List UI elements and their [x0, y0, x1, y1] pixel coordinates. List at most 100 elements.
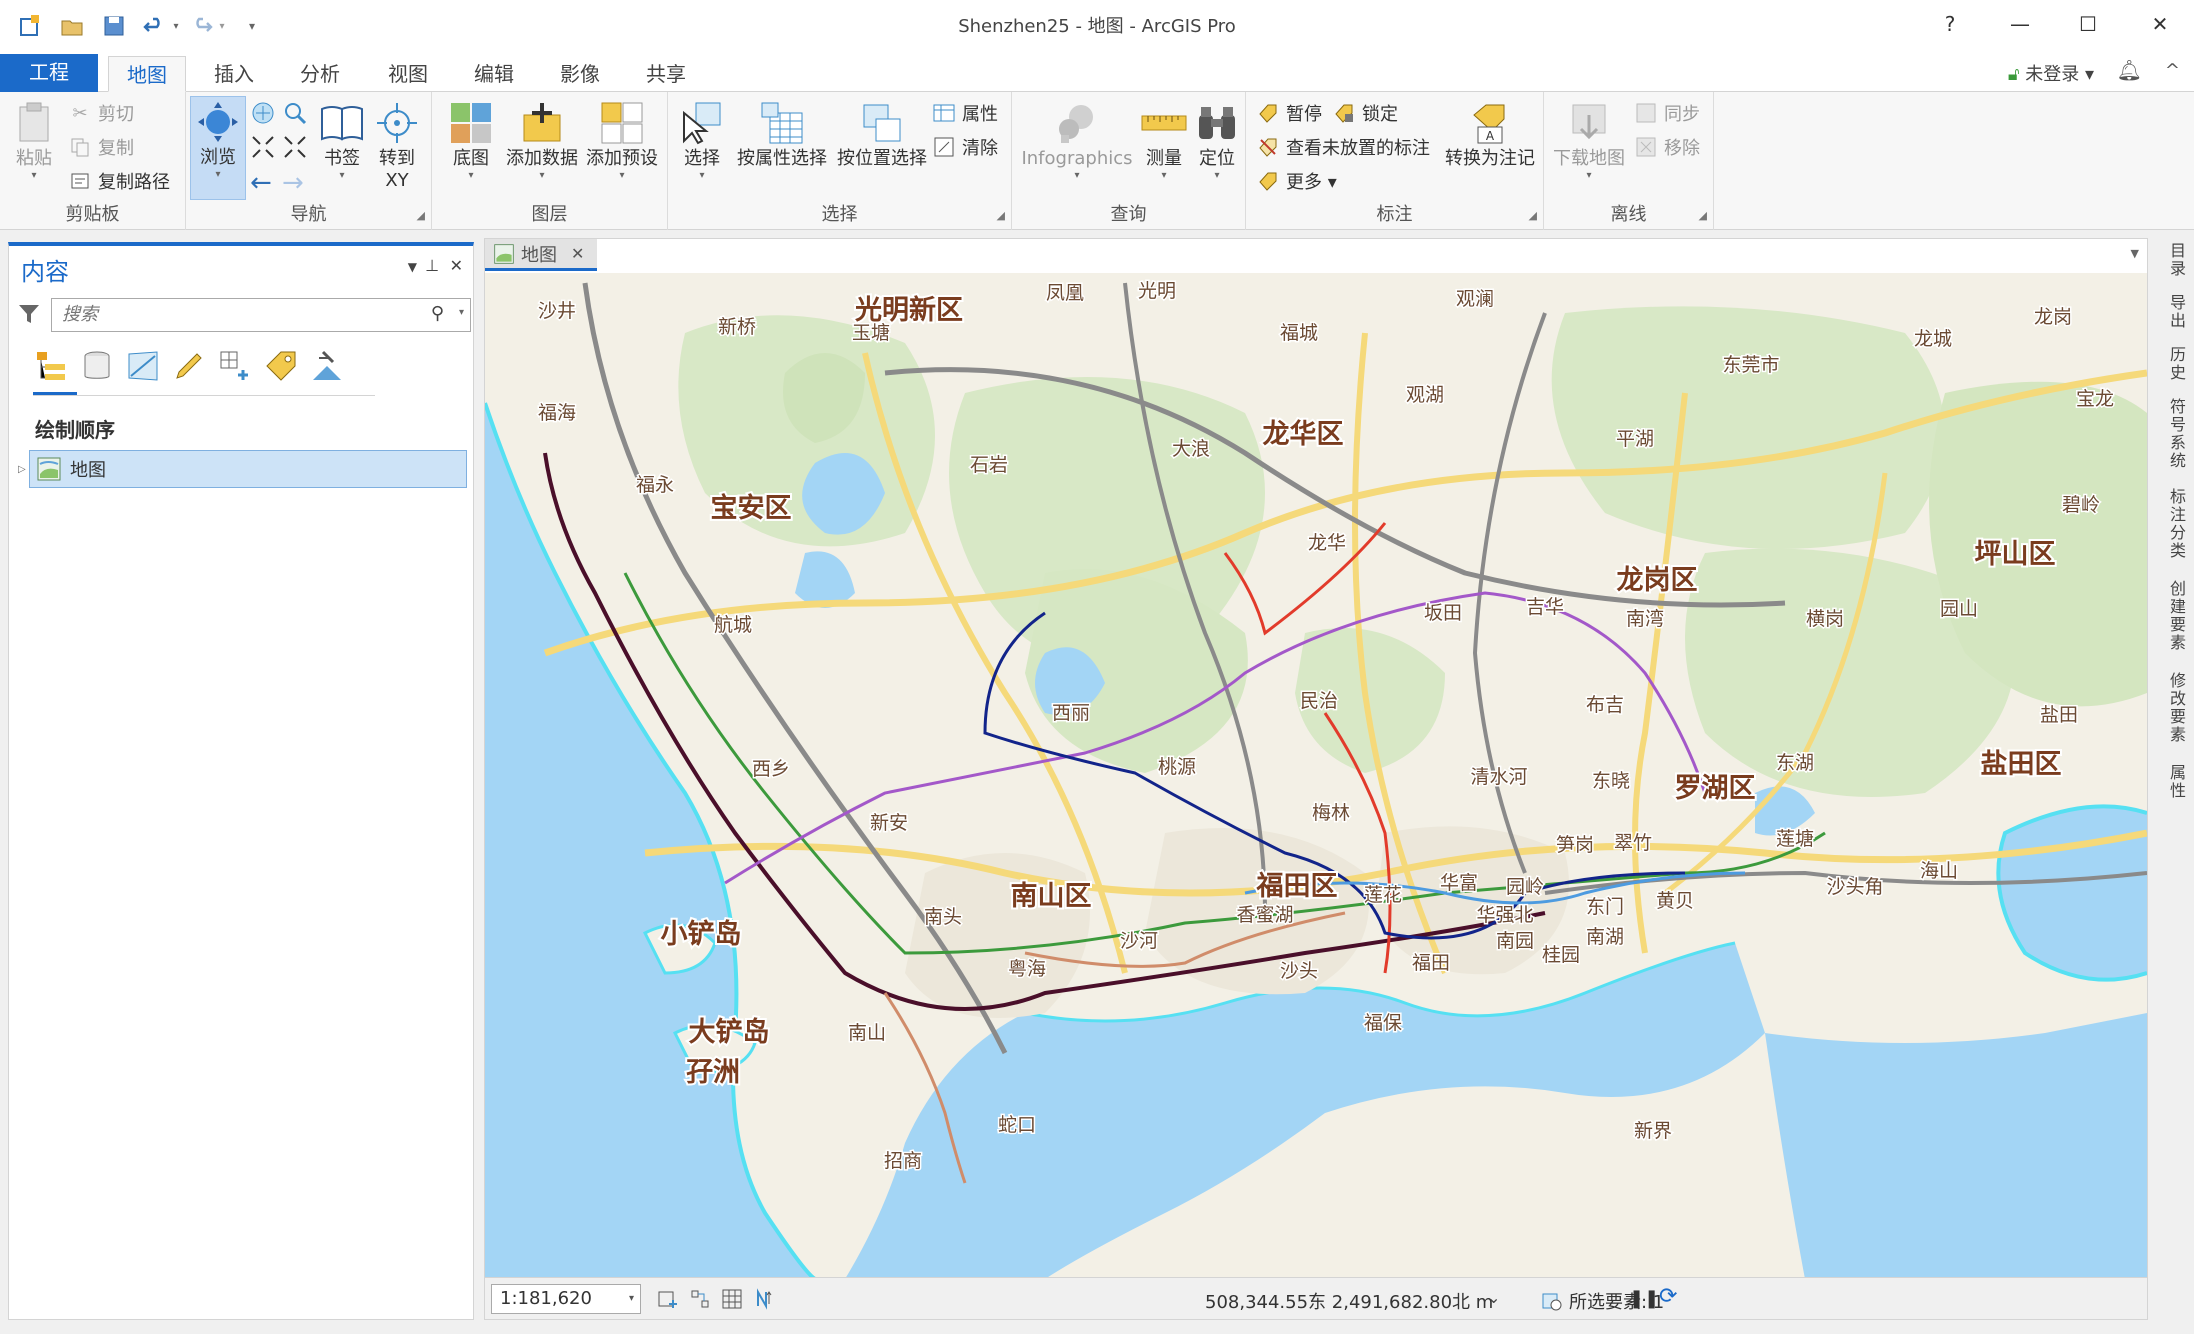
tab-imagery[interactable]: 影像 — [542, 56, 618, 92]
labeling-options-icon[interactable]: ◢ — [1529, 209, 1537, 222]
tab-project[interactable]: 工程 — [0, 54, 98, 92]
grid-toggle-icon[interactable] — [719, 1286, 745, 1312]
copy-button[interactable]: 复制 — [68, 134, 134, 160]
district-label-nanshan: 南山区 — [1011, 881, 1092, 912]
snapping-toggle-icon[interactable] — [687, 1286, 713, 1312]
view-unplaced-labels-button[interactable]: 查看未放置的标注 — [1256, 134, 1430, 160]
map-tree-node[interactable]: ▷ 地图 — [18, 450, 467, 488]
pause-labeling-button[interactable]: 暂停 — [1256, 100, 1322, 126]
fixed-zoom-in-icon[interactable] — [250, 134, 276, 160]
list-by-editing-icon[interactable] — [169, 346, 209, 386]
back-arrow-icon[interactable]: ← — [250, 168, 272, 198]
offline-options-icon[interactable]: ◢ — [1699, 209, 1707, 222]
svg-text:A: A — [1486, 129, 1495, 143]
paste-button[interactable]: 粘贴 ▾ — [8, 98, 60, 182]
close-map-tab-icon[interactable]: ✕ — [571, 244, 584, 263]
filter-icon[interactable] — [17, 302, 41, 330]
download-map-button[interactable]: 下载地图 ▾ — [1550, 98, 1628, 182]
attributes-button[interactable]: 属性 — [932, 100, 998, 126]
collapse-ribbon-icon[interactable]: ^ — [2165, 60, 2180, 81]
pause-drawing-icon[interactable]: ❚❚ — [1629, 1288, 1659, 1309]
dock-tab-create-features[interactable]: 创建要素 — [2156, 580, 2188, 652]
tab-edit[interactable]: 编辑 — [456, 56, 532, 92]
previous-extent-zoom-icon[interactable] — [282, 100, 308, 126]
go-to-xy-button[interactable]: 转到 XY — [370, 98, 424, 192]
sync-button[interactable]: 同步 — [1634, 100, 1700, 126]
refresh-icon[interactable]: ⟳ — [1659, 1284, 1677, 1309]
coordinate-format-dropdown-icon[interactable]: ⌄ — [1487, 1288, 1500, 1307]
dock-tab-attributes[interactable]: 属性 — [2156, 764, 2188, 800]
dock-tab-symbology[interactable]: 符号系统 — [2156, 398, 2188, 470]
convert-to-annotation-button[interactable]: A 转换为注记 — [1440, 98, 1540, 170]
dock-tab-export[interactable]: 导出 — [2156, 294, 2188, 330]
close-pane-icon[interactable]: ✕ — [450, 256, 463, 275]
selection-options-icon[interactable]: ◢ — [997, 209, 1005, 222]
tab-share[interactable]: 共享 — [628, 56, 704, 92]
scale-dropdown-icon[interactable]: ▾ — [629, 1285, 634, 1313]
explore-button[interactable]: 浏览 ▾ — [190, 96, 246, 200]
pin-icon[interactable]: ⊥ — [425, 256, 439, 275]
pane-options-icon[interactable]: ▼ — [408, 260, 417, 274]
dock-tab-history[interactable]: 历史 — [2156, 346, 2188, 382]
close-button[interactable]: ✕ — [2128, 0, 2192, 48]
lock-labels-button[interactable]: 锁定 — [1332, 100, 1398, 126]
more-labeling-button[interactable]: 更多 ▾ — [1256, 168, 1337, 194]
contents-search[interactable]: ⚲ ▾ — [51, 298, 471, 332]
add-data-button[interactable]: 添加数据 ▾ — [502, 98, 582, 182]
basemap-button[interactable]: 底图 ▾ — [442, 98, 500, 182]
maximize-button[interactable]: ☐ — [2056, 0, 2120, 48]
navigate-options-icon[interactable]: ◢ — [417, 209, 425, 222]
tab-map[interactable]: 地图 — [108, 56, 186, 92]
bookmarks-button[interactable]: 书签 ▾ — [314, 98, 370, 182]
fixed-zoom-out-icon[interactable] — [282, 134, 308, 160]
clear-selection-button[interactable]: 清除 — [932, 134, 998, 160]
infographics-button[interactable]: Infographics ▾ — [1018, 98, 1136, 182]
expand-arrow-icon[interactable]: ▷ — [18, 464, 26, 475]
list-by-snapping-icon[interactable] — [215, 346, 255, 386]
infographics-icon — [1052, 98, 1102, 148]
tab-insert[interactable]: 插入 — [196, 56, 272, 92]
dock-tab-catalog[interactable]: 目录 — [2156, 242, 2188, 278]
help-button[interactable]: ? — [1918, 0, 1982, 48]
view-list-dropdown-icon[interactable]: ▼ — [2131, 247, 2139, 260]
remove-offline-button[interactable]: 移除 — [1634, 134, 1700, 160]
minimize-button[interactable]: — — [1988, 0, 2052, 48]
download-map-icon — [1564, 98, 1614, 148]
island-label-xiaochan: 小铲岛 — [661, 918, 742, 950]
select-button[interactable]: 选择 ▾ — [676, 98, 728, 182]
forward-arrow-icon[interactable]: → — [282, 168, 304, 198]
notification-icon[interactable]: 🔔︎ — [2117, 58, 2142, 82]
search-icon[interactable]: ⚲ — [431, 303, 444, 324]
cut-button[interactable]: ✂ 剪切 — [68, 100, 134, 126]
copy-icon — [68, 135, 92, 159]
select-by-attributes-button[interactable]: 按属性选择 — [732, 98, 832, 170]
place-label: 石岩 — [970, 454, 1008, 476]
list-by-labeling-icon[interactable] — [261, 346, 301, 386]
select-by-location-button[interactable]: 按位置选择 — [832, 98, 932, 170]
north-arrow-icon[interactable] — [751, 1286, 777, 1312]
attributes-icon — [932, 101, 956, 125]
layer-group-label: 图层 — [531, 204, 568, 225]
map-view-tab[interactable]: 地图 ✕ — [485, 239, 597, 271]
scale-selector[interactable]: 1:181,620 ▾ — [491, 1284, 641, 1314]
dock-tab-modify-features[interactable]: 修改要素 — [2156, 672, 2188, 744]
sign-in-status[interactable]: 🔓︎ 未登录 ▾ — [2008, 60, 2094, 86]
list-by-perspective-imagery-icon[interactable] — [307, 346, 347, 386]
search-dropdown-icon[interactable]: ▾ — [459, 307, 464, 318]
dock-tab-label-class[interactable]: 标注分类 — [2156, 488, 2188, 560]
add-preset-button[interactable]: 添加预设 ▾ — [582, 98, 662, 182]
search-input[interactable] — [60, 299, 420, 329]
tab-analysis[interactable]: 分析 — [282, 56, 358, 92]
tab-view[interactable]: 视图 — [370, 56, 446, 92]
list-by-selection-icon[interactable] — [123, 346, 163, 386]
coordinate-readout: 508,344.55东 2,491,682.80北 m — [1205, 1292, 1494, 1313]
list-by-drawing-order-icon[interactable] — [31, 346, 71, 386]
full-extent-icon[interactable] — [250, 100, 276, 126]
copy-path-button[interactable]: 复制路径 — [68, 168, 170, 194]
list-by-source-icon[interactable] — [77, 346, 117, 386]
place-label: 航城 — [714, 614, 752, 636]
fixed-extent-icon[interactable] — [655, 1286, 681, 1312]
measure-button[interactable]: 测量 ▾ — [1136, 98, 1192, 182]
locate-button[interactable]: 定位 ▾ — [1192, 98, 1242, 182]
map-canvas[interactable]: 光明新区 宝安区 龙华区 南山区 福田区 罗湖区 龙岗区 坪山区 盐田区 小铲岛… — [485, 273, 2147, 1279]
